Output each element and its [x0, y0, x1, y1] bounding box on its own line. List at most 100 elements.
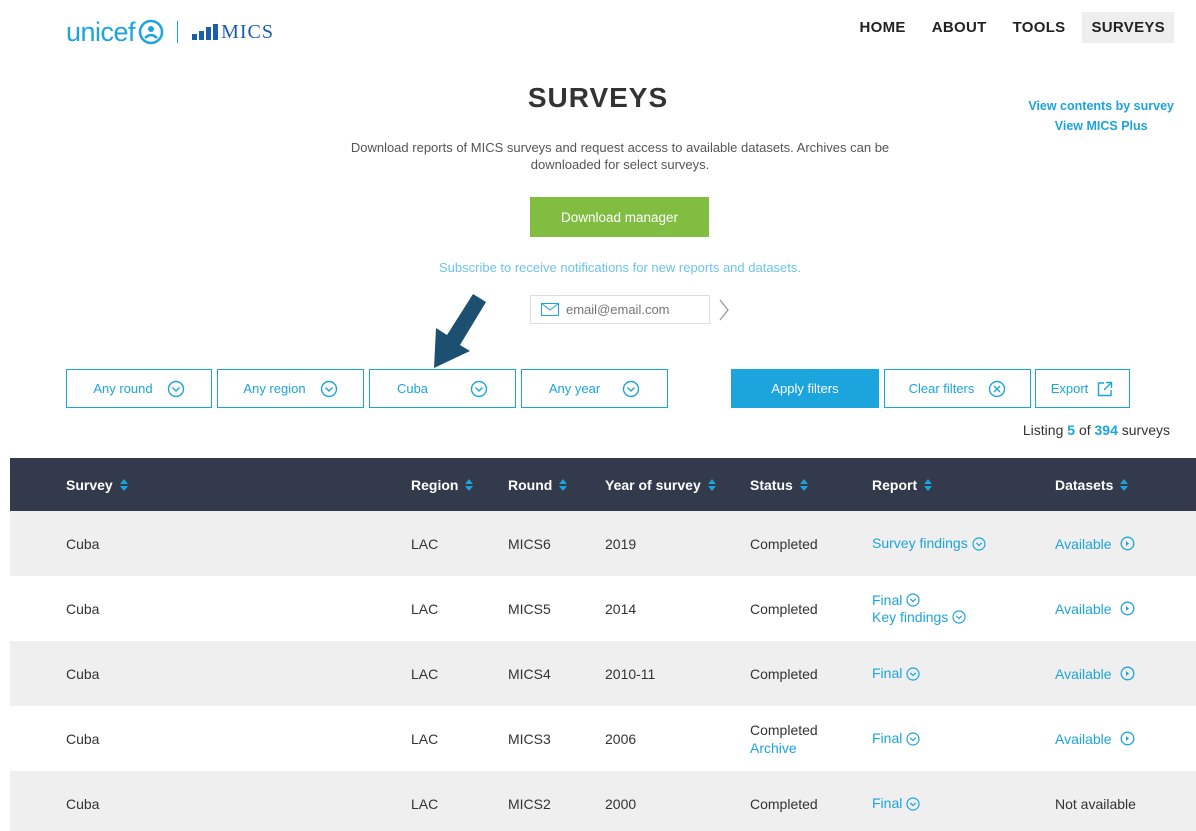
country-filter-select[interactable]: Cuba	[369, 369, 516, 408]
status-cell: Completed	[750, 665, 818, 682]
nav-about[interactable]: ABOUT	[923, 12, 996, 43]
column-header-datasets[interactable]: Datasets	[1055, 458, 1129, 511]
sort-icon	[707, 478, 716, 491]
datasets-available-link[interactable]: Available	[1055, 536, 1135, 552]
status-cell: Completed	[750, 600, 818, 617]
report-link[interactable]: Final	[872, 665, 920, 682]
region-filter-select[interactable]: Any region	[217, 369, 364, 408]
chevron-down-circle-icon	[622, 380, 640, 397]
email-input[interactable]	[566, 302, 696, 317]
datasets-cell: Not available	[1055, 795, 1136, 812]
report-link[interactable]: Final	[872, 795, 920, 812]
datasets-cell: Available	[1055, 511, 1135, 576]
round-filter-select[interactable]: Any round	[66, 369, 212, 408]
nav-home[interactable]: HOME	[851, 12, 915, 43]
datasets-available-link[interactable]: Available	[1055, 601, 1135, 617]
email-field-box	[530, 295, 710, 324]
region-cell: LAC	[411, 795, 439, 812]
year-cell: 2006	[605, 730, 637, 747]
report-link[interactable]: Key findings	[872, 609, 966, 626]
table-row: Cuba LAC MICS5 2014 Completed Final Key findin…	[10, 576, 1196, 641]
close-circle-icon	[989, 380, 1006, 397]
sort-icon	[799, 478, 808, 491]
chevron-down-circle-icon	[906, 666, 920, 681]
export-button[interactable]: Export	[1035, 369, 1130, 408]
year-filter-select[interactable]: Any year	[521, 369, 668, 408]
region-cell: LAC	[411, 600, 439, 617]
report-link[interactable]: Final	[872, 592, 966, 609]
column-header-status[interactable]: Status	[750, 458, 808, 511]
column-header-year[interactable]: Year of survey	[605, 458, 716, 511]
report-cell: Final	[872, 771, 920, 831]
year-cell: 2010-11	[605, 665, 656, 682]
year-cell: 2019	[605, 535, 637, 552]
datasets-available-link[interactable]: Available	[1055, 666, 1135, 682]
round-cell: MICS5	[508, 600, 551, 617]
download-manager-button[interactable]: Download manager	[530, 197, 709, 237]
report-cell: Final	[872, 641, 920, 706]
datasets-available-link[interactable]: Available	[1055, 731, 1135, 747]
table-row: Cuba LAC MICS2 2000 Completed Final Not availa…	[10, 771, 1196, 831]
main-nav: HOME ABOUT TOOLS SURVEYS	[851, 12, 1174, 43]
chevron-down-circle-icon	[906, 593, 920, 607]
chevron-down-circle-icon	[972, 536, 986, 551]
arrow-right-circle-icon	[1120, 601, 1135, 616]
sort-icon	[1120, 478, 1129, 491]
page-title: SURVEYS	[527, 82, 669, 113]
datasets-cell: Available	[1055, 641, 1135, 706]
column-header-report[interactable]: Report	[872, 458, 933, 511]
sort-icon	[924, 478, 933, 491]
unicef-mics-logo[interactable]: unicef MICS	[66, 14, 274, 50]
column-header-region[interactable]: Region	[411, 458, 474, 511]
column-header-round[interactable]: Round	[508, 458, 568, 511]
arrow-right-circle-icon	[1120, 731, 1135, 746]
year-cell: 2014	[605, 600, 637, 617]
arrow-right-circle-icon	[1120, 536, 1135, 551]
table-row: Cuba LAC MICS3 2006 Completed Archive Final Ava…	[10, 706, 1196, 771]
chevron-down-circle-icon	[320, 380, 337, 397]
region-cell: LAC	[411, 665, 439, 682]
survey-cell: Cuba	[66, 600, 100, 617]
report-link[interactable]: Final	[872, 730, 920, 747]
table-row: Cuba LAC MICS6 2019 Completed Survey findings…	[10, 511, 1196, 576]
table-header: Survey Region Round Year of survey Status Rep…	[10, 458, 1196, 511]
chevron-down-circle-icon	[952, 610, 966, 624]
logo-divider	[177, 21, 179, 43]
archive-link[interactable]: Archive	[750, 739, 818, 757]
round-cell: MICS4	[508, 665, 551, 682]
nav-surveys[interactable]: SURVEYS	[1082, 12, 1174, 43]
report-link[interactable]: Survey findings	[872, 535, 986, 552]
datasets-cell: Available	[1055, 576, 1135, 641]
subscribe-text: Subscribe to receive notifications for n…	[438, 260, 802, 275]
survey-cell: Cuba	[66, 795, 100, 812]
status-cell: Completed	[750, 535, 818, 552]
sort-icon	[465, 478, 474, 491]
region-cell: LAC	[411, 535, 439, 552]
report-cell: Survey findings	[872, 511, 986, 576]
year-cell: 2000	[605, 795, 637, 812]
export-label: Export	[1050, 381, 1089, 396]
round-filter-value: Any round	[93, 381, 153, 396]
envelope-icon	[541, 303, 559, 316]
datasets-cell: Available	[1055, 706, 1135, 771]
round-cell: MICS6	[508, 535, 551, 552]
survey-cell: Cuba	[66, 730, 100, 747]
region-cell: LAC	[411, 730, 439, 747]
chevron-right-icon[interactable]	[714, 296, 734, 324]
apply-filters-button[interactable]: Apply filters	[731, 369, 879, 408]
nav-tools[interactable]: TOOLS	[1004, 12, 1075, 43]
clear-filters-label: Clear filters	[908, 381, 975, 396]
survey-cell: Cuba	[66, 665, 100, 682]
clear-filters-button[interactable]: Clear filters	[884, 369, 1031, 408]
region-filter-value: Any region	[243, 381, 306, 396]
listing-count: Listing 5 of 394 surveys	[1022, 422, 1170, 438]
status-cell: Completed Archive	[750, 721, 818, 757]
chevron-down-circle-icon	[470, 380, 488, 397]
country-filter-value: Cuba	[396, 381, 429, 396]
mics-bars-icon	[192, 24, 219, 40]
status-cell: Completed	[750, 795, 818, 812]
arrow-right-circle-icon	[1120, 666, 1135, 681]
column-header-survey[interactable]: Survey	[66, 458, 128, 511]
view-mics-plus-link[interactable]: View MICS Plus	[1028, 116, 1174, 136]
unicef-logo-text: unicef	[66, 16, 136, 47]
